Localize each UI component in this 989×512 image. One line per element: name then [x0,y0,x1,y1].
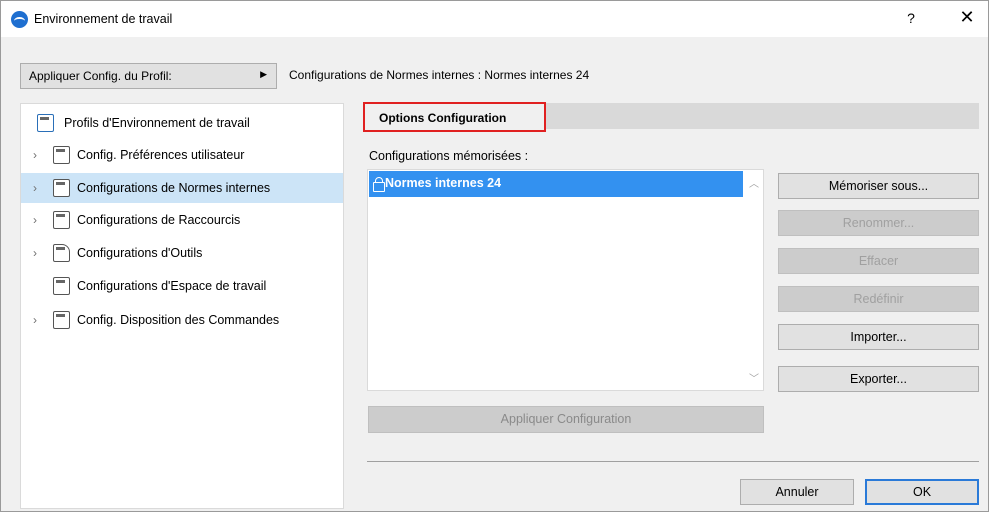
tree-item-label: Config. Disposition des Commandes [77,313,280,327]
tools-icon [53,244,70,262]
list-item-label: Normes internes 24 [385,176,502,190]
settings-tree: Profils d'Environnement de travail › Con… [20,103,344,509]
shortcuts-icon [53,211,70,229]
chevron-right-icon: ▶ [260,69,267,79]
list-item[interactable]: Normes internes 24 [369,171,743,197]
tree-item-tools[interactable]: › Configurations d'Outils [21,238,343,268]
apply-profile-label: Appliquer Config. du Profil: [29,69,172,83]
command-layout-icon [53,311,70,329]
tree-item-user-preferences[interactable]: › Config. Préférences utilisateur [21,140,343,170]
expander-icon[interactable]: › [33,213,43,227]
expander-icon[interactable]: › [33,313,43,327]
rename-button[interactable]: Renommer... [778,210,979,236]
save-as-button[interactable]: Mémoriser sous... [778,173,979,199]
redefine-button[interactable]: Redéfinir [778,286,979,312]
apply-configuration-button[interactable]: Appliquer Configuration [368,406,764,433]
expander-icon[interactable]: › [33,246,43,260]
help-button[interactable]: ? [901,10,921,26]
lock-icon [373,177,385,192]
export-button[interactable]: Exporter... [778,366,979,392]
tree-item-command-layout[interactable]: › Config. Disposition des Commandes [21,305,343,335]
saved-configs-list[interactable]: Normes internes 24 ︿ ﹀ [367,169,764,391]
saved-configs-label: Configurations mémorisées : [369,149,529,163]
dialog-window: Environnement de travail ? ✕ Appliquer C… [0,0,989,512]
tree-item-label: Configurations d'Espace de travail [77,279,267,293]
tree-item-label: Configurations d'Outils [77,246,203,260]
tree-item-label: Configurations de Normes internes [77,181,271,195]
app-icon [11,11,28,28]
delete-button[interactable]: Effacer [778,248,979,274]
current-config-label: Configurations de Normes internes : Norm… [289,68,590,82]
import-button[interactable]: Importer... [778,324,979,350]
close-button[interactable]: ✕ [956,7,978,28]
title-bar: Environnement de travail ? ✕ [1,1,988,37]
scroll-up-icon[interactable]: ︿ [747,175,761,190]
apply-profile-button[interactable]: Appliquer Config. du Profil: ▶ [20,63,277,89]
tree-item-label: Configurations de Raccourcis [77,213,241,227]
scroll-down-icon[interactable]: ﹀ [747,370,761,385]
cancel-button[interactable]: Annuler [740,479,854,505]
window-title: Environnement de travail [34,12,173,26]
tree-item-profiles[interactable]: Profils d'Environnement de travail [21,108,343,138]
tree-item-label: Profils d'Environnement de travail [64,116,250,130]
tree-item-label: Config. Préférences utilisateur [77,148,245,162]
tree-item-company-standards[interactable]: › Configurations de Normes internes [21,173,343,203]
profile-icon [37,114,54,132]
tree-item-workspace[interactable]: Configurations d'Espace de travail [21,271,343,301]
tree-item-shortcuts[interactable]: › Configurations de Raccourcis [21,205,343,235]
expander-icon[interactable]: › [33,181,43,195]
divider [367,461,979,462]
ok-button[interactable]: OK [865,479,979,505]
user-prefs-icon [53,146,70,164]
workspace-icon [53,277,70,295]
tab-options-configuration[interactable]: Options Configuration [363,102,546,132]
expander-icon[interactable]: › [33,148,43,162]
company-standards-icon [53,179,70,197]
